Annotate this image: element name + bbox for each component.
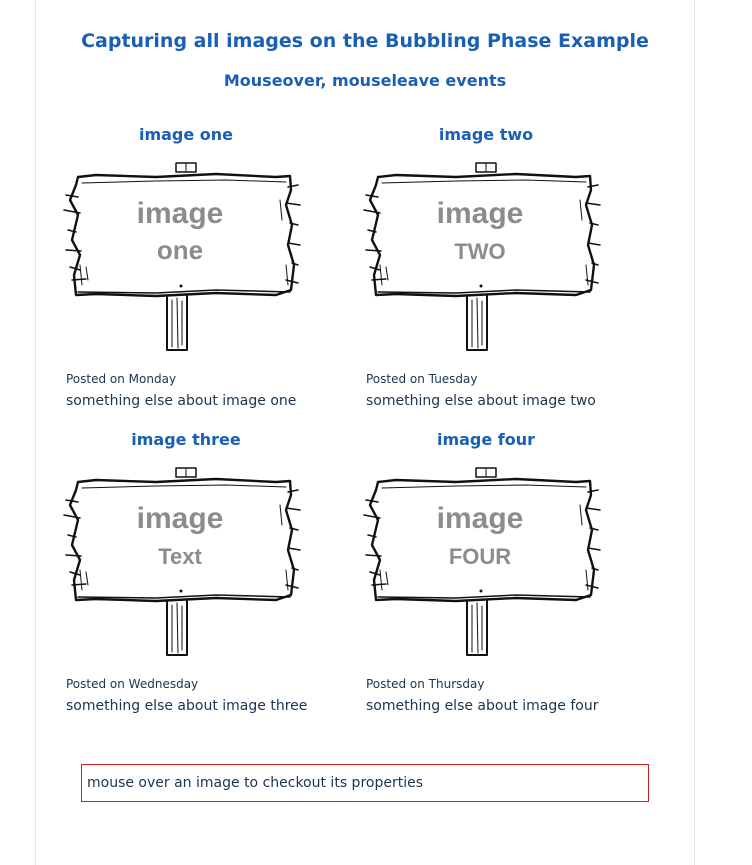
image-word-bottom: FOUR	[449, 544, 511, 569]
card-description: something else about image two	[366, 393, 596, 409]
wooden-sign-icon: image TWO	[363, 162, 601, 351]
properties-output-box: mouse over an image to checkout its prop…	[81, 764, 649, 802]
image-word-top: image	[437, 197, 524, 230]
image-card-four: image four image FOUR Posted on Thursday…	[336, 430, 636, 730]
sign-image-two[interactable]: image TWO	[336, 155, 636, 355]
image-card-three: image three image Text Posted on Wednesd…	[36, 430, 336, 730]
card-title: image one	[138, 125, 234, 144]
image-word-bottom: one	[157, 235, 203, 265]
image-card-one: image one image one Posted on Monday som…	[36, 125, 336, 425]
image-word-top: image	[137, 197, 224, 230]
sign-image-four[interactable]: image FOUR	[336, 460, 636, 660]
image-card-two: image two image TWO Posted on Tuesday so…	[336, 125, 636, 425]
posted-date: Posted on Wednesday	[66, 677, 199, 691]
posted-date: Posted on Monday	[66, 372, 177, 386]
wooden-sign-icon: image one	[63, 162, 301, 351]
card-title: image four	[436, 430, 536, 449]
page-container: Capturing all images on the Bubbling Pha…	[35, 0, 695, 865]
card-description: something else about image one	[66, 393, 297, 409]
sign-image-one[interactable]: image one	[36, 155, 336, 355]
sign-image-three[interactable]: image Text	[36, 460, 336, 660]
posted-date: Posted on Thursday	[366, 677, 485, 691]
card-description: something else about image four	[366, 698, 599, 714]
page-title: Capturing all images on the Bubbling Pha…	[81, 30, 649, 52]
card-title: image three	[131, 430, 241, 449]
image-word-bottom: TWO	[454, 239, 505, 264]
posted-date: Posted on Tuesday	[366, 372, 478, 386]
card-description: something else about image three	[66, 698, 308, 714]
wooden-sign-icon: image FOUR	[363, 467, 601, 656]
wooden-sign-icon: image Text	[63, 467, 301, 656]
image-word-bottom: Text	[158, 544, 202, 569]
card-title: image two	[438, 125, 534, 144]
page-subtitle: Mouseover, mouseleave events	[223, 71, 507, 90]
image-word-top: image	[437, 502, 524, 535]
image-word-top: image	[137, 502, 224, 535]
